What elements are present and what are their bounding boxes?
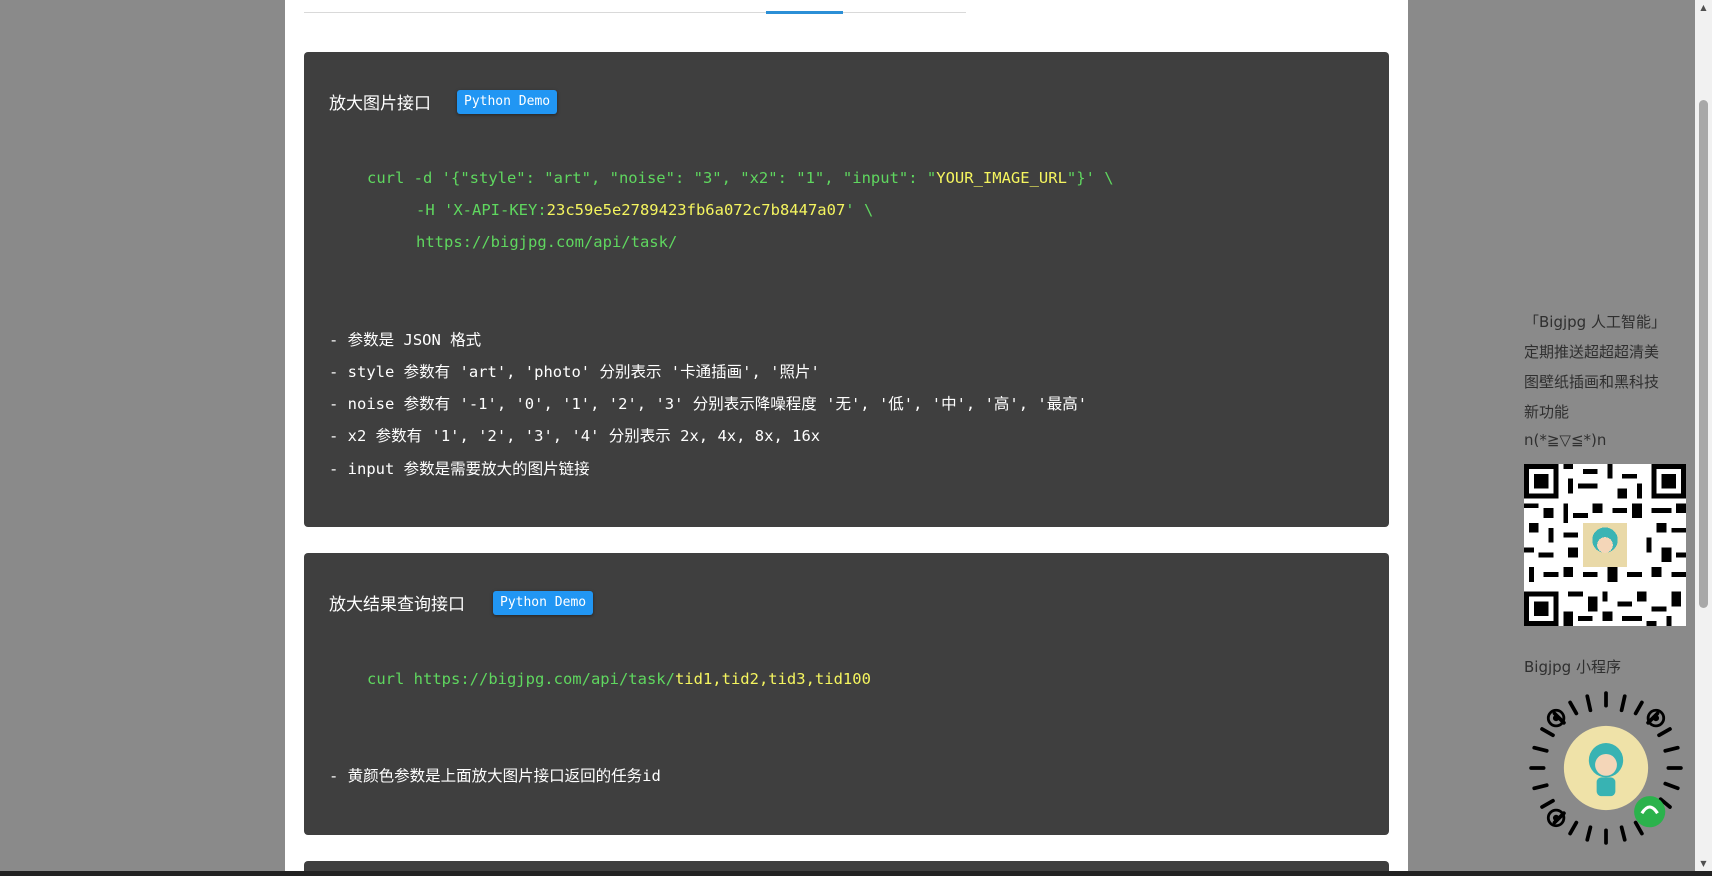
tab-active-indicator[interactable] (766, 11, 843, 14)
promo-line: n(*≧▽≦*)n (1524, 431, 1607, 449)
taskbar-edge (0, 871, 1712, 876)
promo-line: 新功能 (1524, 403, 1570, 421)
code-line-2: -H 'X-API-KEY:23c59e5e2789423fb6a072c7b8… (416, 200, 873, 220)
code-text: -H 'X-API-KEY: (416, 201, 547, 219)
wechat-qr-code-icon (1524, 464, 1686, 626)
card-title-upscale: 放大图片接口 (329, 94, 431, 114)
page-scrollbar[interactable]: ▲ ▼ (1695, 0, 1712, 872)
code-text: ' \ (845, 201, 874, 219)
tab-bar-divider (304, 12, 966, 13)
code-text: curl https://bigjpg.com/api/task/ (367, 670, 675, 688)
code-text: curl -d '{"style": "art", "noise": "3", … (367, 169, 937, 187)
scroll-down-icon[interactable]: ▼ (1699, 859, 1708, 869)
query-api-card: 放大结果查询接口 Python Demo curl https://bigjpg… (304, 553, 1389, 835)
miniprogram-label: Bigjpg 小程序 (1524, 658, 1621, 676)
promo-line: 图壁纸插画和黑科技 (1524, 373, 1660, 391)
api-modal: 放大图片接口 Python Demo curl -d '{"style": "a… (285, 0, 1408, 872)
code-line-3: https://bigjpg.com/api/task/ (416, 233, 678, 251)
note-line: - style 参数有 'art', 'photo' 分别表示 '卡通插画', … (329, 363, 820, 381)
code-line-1: curl -d '{"style": "art", "noise": "3", … (367, 168, 1114, 188)
note-line: - 参数是 JSON 格式 (329, 331, 482, 349)
upscale-api-card: 放大图片接口 Python Demo curl -d '{"style": "a… (304, 52, 1389, 527)
python-demo-button[interactable]: Python Demo (493, 591, 594, 615)
promo-line: 「Bigjpg 人工智能」 (1524, 313, 1666, 331)
card-title-query: 放大结果查询接口 (329, 595, 465, 615)
scroll-up-icon[interactable]: ▲ (1699, 3, 1708, 13)
note-line: - x2 参数有 '1', '2', '3', '4' 分别表示 2x, 4x,… (329, 427, 821, 445)
task-ids: tid1,tid2,tid3,tid100 (674, 670, 871, 688)
code-line-query: curl https://bigjpg.com/api/task/tid1,ti… (367, 669, 871, 689)
note-line: - 黄颜色参数是上面放大图片接口返回的任务id (329, 767, 661, 785)
api-key-value: 23c59e5e2789423fb6a072c7b8447a07 (546, 201, 846, 219)
mini-program-code-icon (1529, 691, 1683, 845)
scrollbar-thumb[interactable] (1699, 100, 1708, 608)
promo-line: 定期推送超超超清美 (1524, 343, 1660, 361)
python-demo-button[interactable]: Python Demo (457, 90, 558, 114)
note-line: - noise 参数有 '-1', '0', '1', '2', '3' 分别表… (329, 395, 1088, 413)
code-text: "}' \ (1066, 169, 1114, 187)
note-line: - input 参数是需要放大的图片链接 (329, 460, 590, 478)
code-placeholder-url: YOUR_IMAGE_URL (936, 169, 1067, 187)
